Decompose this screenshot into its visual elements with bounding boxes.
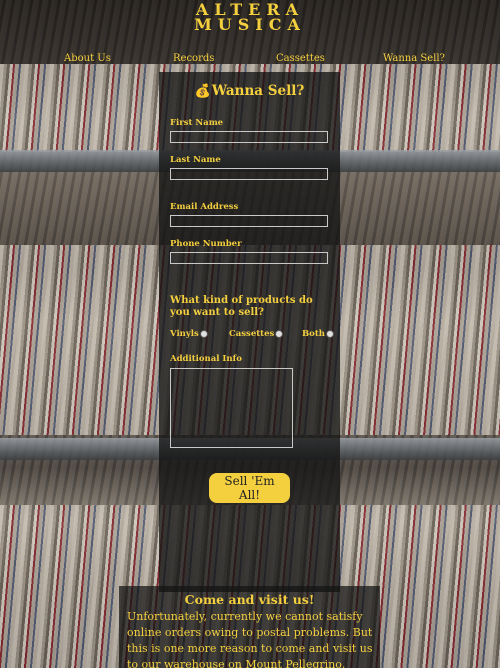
phone-field[interactable] bbox=[170, 252, 328, 264]
phone-label: Phone Number bbox=[170, 239, 242, 249]
nav-cassettes[interactable]: Cassettes bbox=[276, 53, 325, 64]
visit-text: Unfortunately, currently we cannot satis… bbox=[127, 610, 373, 668]
visit-title: Come and visit us! bbox=[184, 592, 315, 607]
form-title: 💰Wanna Sell? bbox=[159, 83, 340, 99]
additional-info-label: Additional Info bbox=[170, 354, 242, 364]
email-label: Email Address bbox=[170, 202, 239, 212]
additional-info-field[interactable] bbox=[170, 368, 293, 448]
option-cassettes[interactable]: Cassettes bbox=[229, 329, 284, 339]
logo[interactable]: ALTERA MUSICA bbox=[0, 2, 500, 34]
first-name-field[interactable] bbox=[170, 131, 328, 143]
logo-line-2: MUSICA bbox=[194, 15, 306, 34]
radio-vinyls[interactable] bbox=[199, 329, 208, 338]
nav-records[interactable]: Records bbox=[173, 53, 214, 64]
first-name-label: First Name bbox=[170, 118, 224, 128]
product-options: Vinyls Cassettes Both bbox=[159, 329, 340, 341]
sell-submit-button[interactable]: Sell 'Em All! bbox=[209, 473, 290, 503]
option-both[interactable]: Both bbox=[302, 329, 334, 339]
last-name-field[interactable] bbox=[170, 168, 328, 180]
sell-form: 💰Wanna Sell? First Name Last Name Email … bbox=[159, 72, 340, 592]
option-vinyls-label: Vinyls bbox=[170, 329, 199, 339]
nav-about-us[interactable]: About Us bbox=[64, 53, 111, 64]
product-question: What kind of products do you want to sel… bbox=[170, 295, 313, 318]
money-bag-icon: 💰 bbox=[194, 84, 211, 99]
option-cassettes-label: Cassettes bbox=[229, 329, 275, 339]
radio-both[interactable] bbox=[325, 329, 334, 338]
last-name-label: Last Name bbox=[170, 155, 221, 165]
email-field[interactable] bbox=[170, 215, 328, 227]
form-title-text: Wanna Sell? bbox=[211, 83, 305, 99]
option-vinyls[interactable]: Vinyls bbox=[170, 329, 208, 339]
visit-section: Come and visit us! Unfortunately, curren… bbox=[119, 586, 380, 668]
site-header: ALTERA MUSICA About Us Records Cassettes… bbox=[0, 0, 500, 64]
radio-cassettes[interactable] bbox=[275, 329, 284, 338]
main-nav: About Us Records Cassettes Wanna Sell? bbox=[0, 53, 500, 65]
option-both-label: Both bbox=[302, 329, 325, 339]
nav-wanna-sell[interactable]: Wanna Sell? bbox=[383, 53, 445, 64]
